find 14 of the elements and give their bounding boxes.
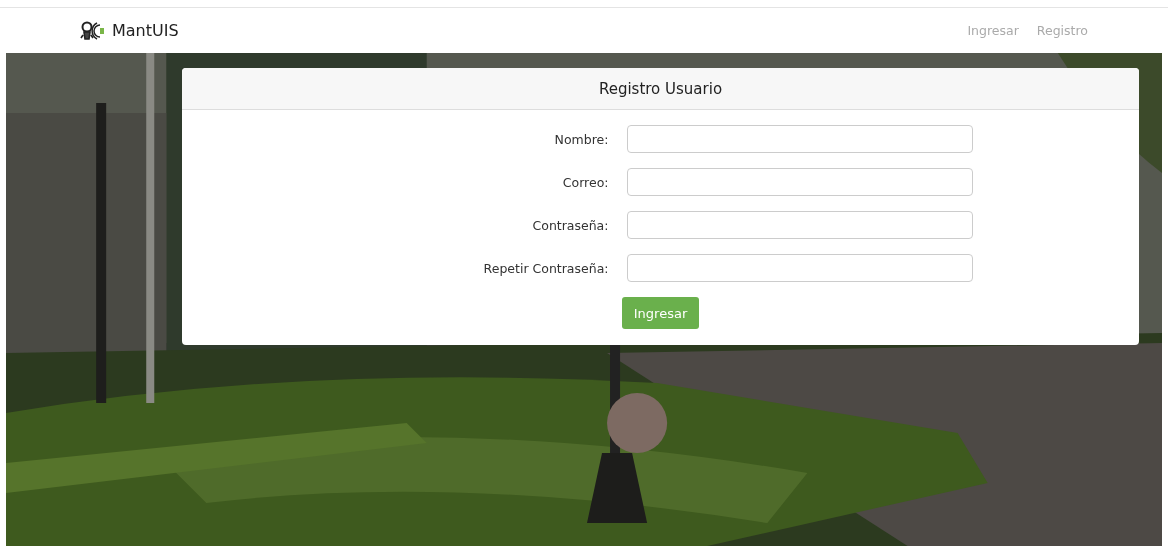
submit-button[interactable]: Ingresar bbox=[621, 297, 700, 329]
input-field[interactable] bbox=[626, 168, 973, 196]
input-field[interactable] bbox=[626, 254, 973, 282]
form-title: Registro Usuario bbox=[598, 79, 723, 98]
input-field[interactable] bbox=[626, 211, 973, 239]
nav-link[interactable]: Ingresar bbox=[967, 23, 1019, 38]
nav-link[interactable]: Registro bbox=[1036, 23, 1088, 38]
robot-logo-icon bbox=[80, 19, 106, 42]
brand-name[interactable]: MantUIS bbox=[112, 21, 179, 40]
field-label: Nombre: bbox=[553, 131, 609, 147]
field-label: Correo: bbox=[561, 174, 609, 190]
field-label: Contraseña: bbox=[531, 217, 609, 233]
input-field[interactable] bbox=[626, 125, 973, 153]
field-label: Repetir Contraseña: bbox=[482, 260, 609, 276]
